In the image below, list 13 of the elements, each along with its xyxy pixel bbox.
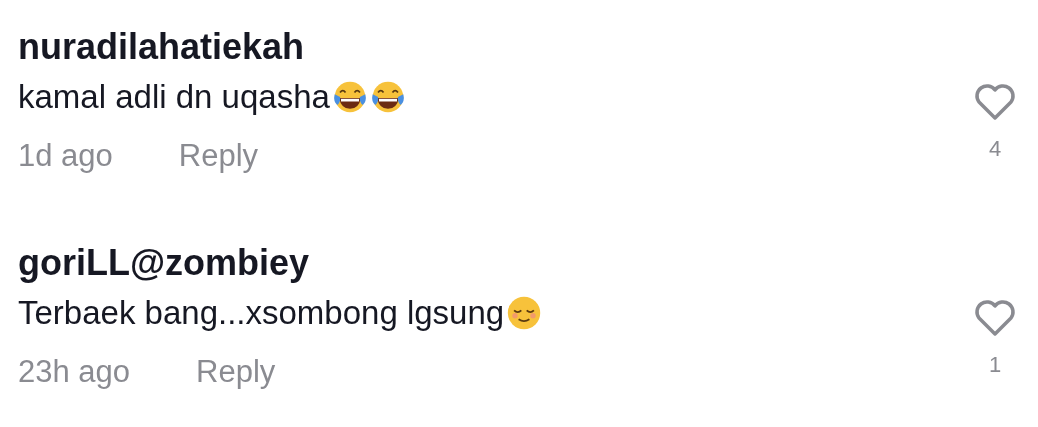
timestamp: 23h ago [18,354,131,390]
like-count: 1 [988,352,1002,378]
laughing-face-icon [331,79,368,115]
comment-text: kamal adli dn uqasha [18,78,330,116]
username[interactable]: goriLL@zombiey [18,242,970,284]
laughing-face-icon [369,79,406,115]
timestamp: 1d ago [18,138,113,174]
heart-icon[interactable] [974,82,1016,122]
heart-icon[interactable] [974,298,1016,338]
smiling-face-icon [506,295,543,331]
like-count: 4 [988,136,1002,162]
username[interactable]: nuradilahatiekah [18,26,970,68]
comment-text: Terbaek bang...xsombong lgsung [18,294,505,332]
